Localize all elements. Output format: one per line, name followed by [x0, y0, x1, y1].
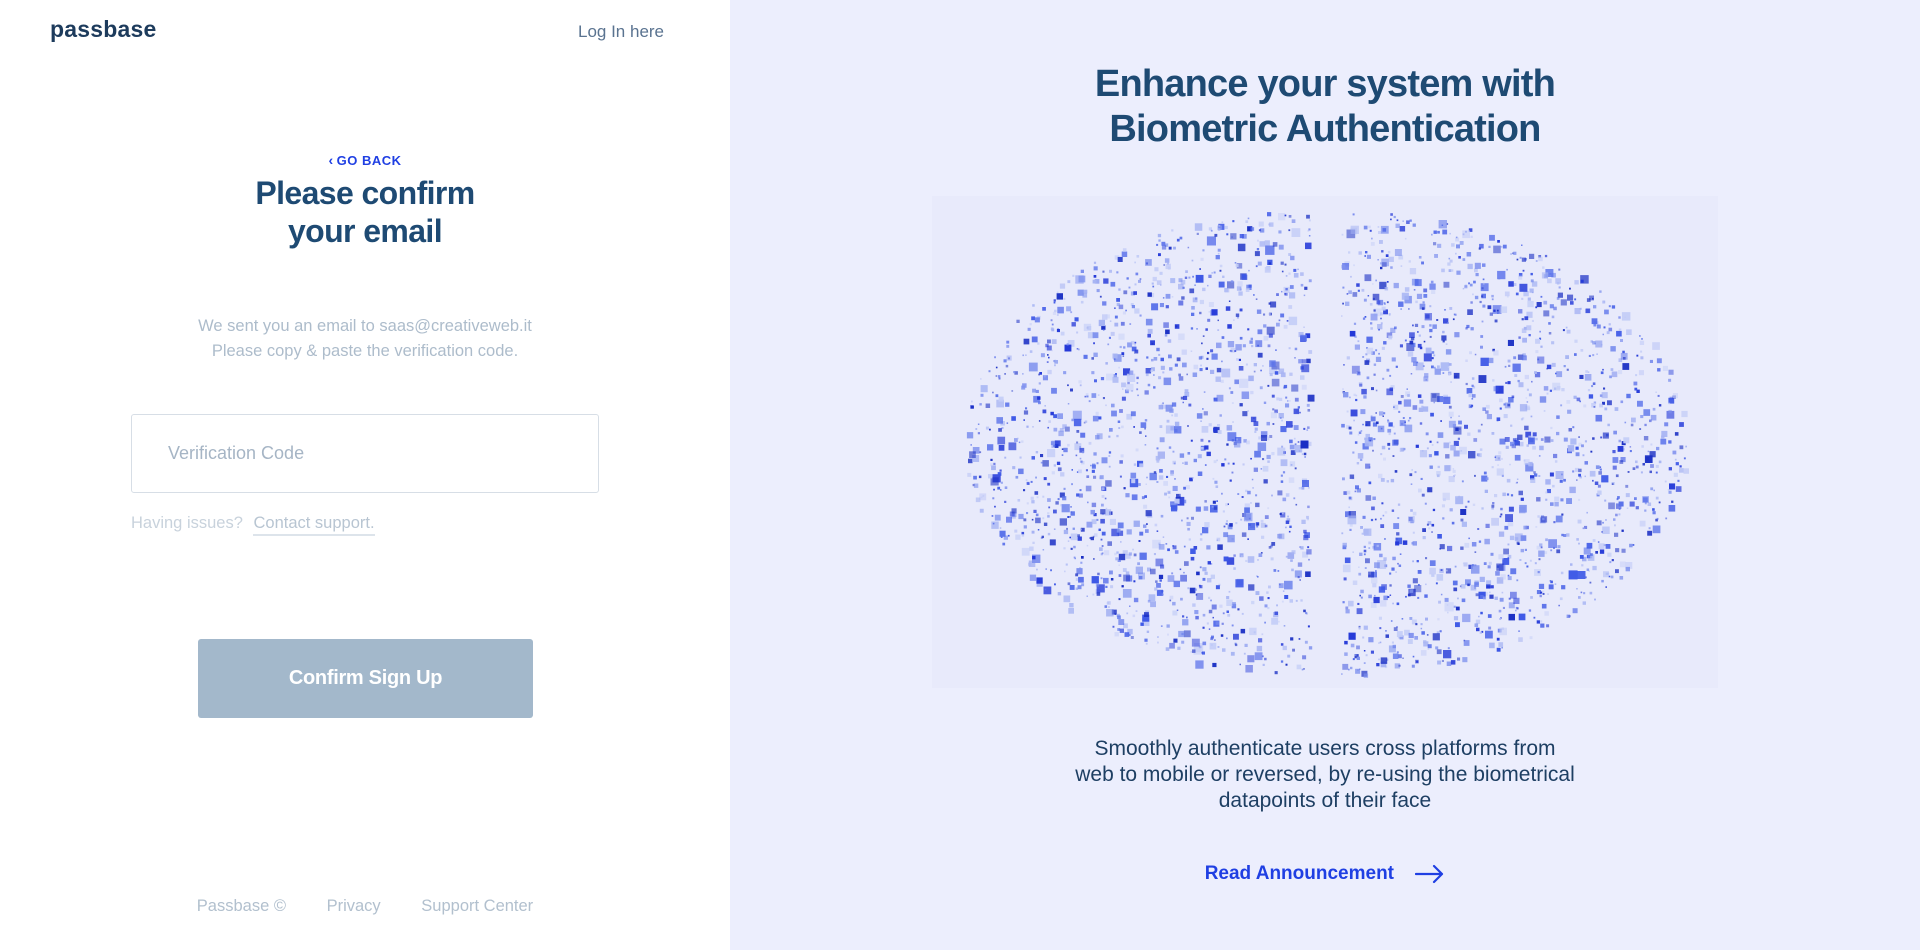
page-title-line1: Please confirm [255, 175, 475, 211]
sent-info-line1: We sent you an email to saas@creativeweb… [198, 317, 532, 335]
footer-copyright[interactable]: Passbase © [197, 897, 286, 915]
arrow-right-icon [1415, 864, 1444, 884]
biometric-face-illustration [932, 196, 1718, 688]
page-title-line2: your email [287, 213, 443, 249]
promo-desc-line2: web to mobile or reversed, by re-using t… [1075, 763, 1575, 786]
confirm-signup-button[interactable]: Confirm Sign Up [198, 639, 533, 718]
read-announcement-link[interactable]: Read Announcement [730, 863, 1920, 885]
passbase-logo[interactable]: passbase [50, 16, 156, 43]
go-back-link[interactable]: ‹ GO BACK [0, 152, 730, 168]
sent-info-line2: Please copy & paste the verification cod… [211, 342, 519, 360]
issues-row: Having issues? Contact support. [131, 514, 375, 536]
footer-support-link[interactable]: Support Center [421, 897, 533, 915]
issues-label: Having issues? [131, 514, 243, 532]
signup-panel: passbase Log In here ‹ GO BACK Please con… [0, 0, 730, 950]
sent-info: We sent you an email to saas@creativeweb… [0, 314, 730, 364]
promo-desc-line1: Smoothly authenticate users cross platfo… [1094, 737, 1556, 760]
face-point-cloud-graphic [966, 212, 1689, 678]
go-back-label: GO BACK [336, 153, 402, 168]
promo-title-line2: Biometric Authentication [1109, 108, 1541, 150]
promo-panel: Enhance your system with Biometric Authe… [730, 0, 1920, 950]
chevron-left-icon: ‹ [328, 152, 334, 168]
page-title: Please confirm your email [0, 174, 730, 250]
footer: Passbase © Privacy Support Center [0, 897, 730, 916]
login-link[interactable]: Log In here [578, 22, 664, 42]
footer-privacy-link[interactable]: Privacy [327, 897, 381, 915]
promo-description: Smoothly authenticate users cross platfo… [730, 736, 1920, 814]
promo-title: Enhance your system with Biometric Authe… [730, 62, 1920, 152]
read-announcement-label: Read Announcement [1204, 863, 1395, 884]
promo-title-line1: Enhance your system with [1094, 63, 1556, 105]
verification-code-input[interactable] [131, 414, 599, 493]
promo-desc-line3: datapoints of their face [1218, 789, 1432, 812]
contact-support-link[interactable]: Contact support. [253, 514, 375, 536]
